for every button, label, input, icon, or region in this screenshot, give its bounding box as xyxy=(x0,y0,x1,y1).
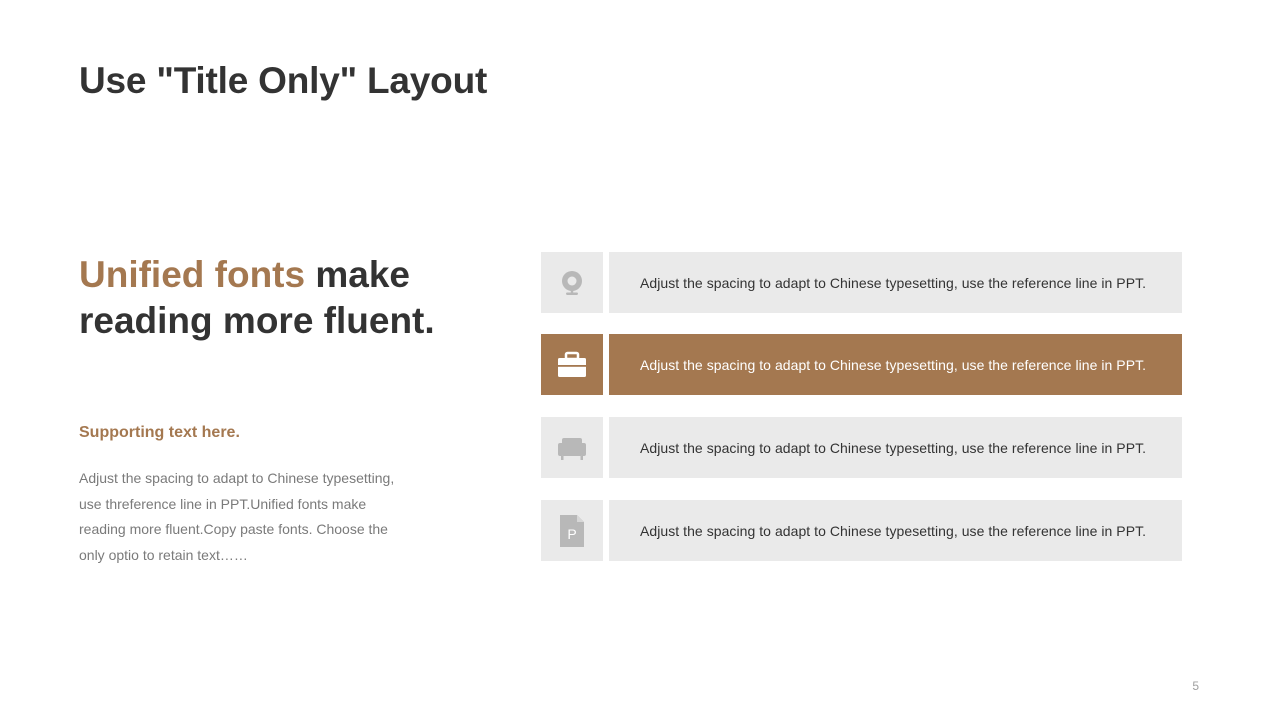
armchair-icon xyxy=(558,437,586,460)
svg-text:P: P xyxy=(567,526,576,542)
document-p-icon: P xyxy=(560,514,584,547)
feature-row-3-text: Adjust the spacing to adapt to Chinese t… xyxy=(640,439,1147,456)
feature-row-4-text-box: Adjust the spacing to adapt to Chinese t… xyxy=(609,500,1182,561)
headline: Unified fonts make reading more fluent. xyxy=(79,252,479,344)
feature-row-3-text-box: Adjust the spacing to adapt to Chinese t… xyxy=(609,417,1182,478)
slide-title: Use "Title Only" Layout xyxy=(79,60,488,101)
feature-row-1-text: Adjust the spacing to adapt to Chinese t… xyxy=(640,274,1147,291)
feature-row-4-icon-box: P xyxy=(541,500,603,561)
page-number: 5 xyxy=(1192,679,1199,693)
briefcase-icon xyxy=(558,351,586,377)
supporting-body: Adjust the spacing to adapt to Chinese t… xyxy=(79,470,395,563)
feature-row-1-text-box: Adjust the spacing to adapt to Chinese t… xyxy=(609,252,1182,313)
webcam-icon xyxy=(562,270,582,295)
feature-row-1: Adjust the spacing to adapt to Chinese t… xyxy=(541,252,1182,313)
slide: Use "Title Only" Layout Unified fonts ma… xyxy=(0,0,1280,720)
feature-row-2: Adjust the spacing to adapt to Chinese t… xyxy=(541,334,1182,395)
feature-row-4: P Adjust the spacing to adapt to Chinese… xyxy=(541,500,1182,561)
feature-row-3: Adjust the spacing to adapt to Chinese t… xyxy=(541,417,1182,478)
headline-accent: Unified fonts xyxy=(79,254,306,295)
feature-row-3-icon-box xyxy=(541,417,603,478)
feature-row-2-text-box: Adjust the spacing to adapt to Chinese t… xyxy=(609,334,1182,395)
feature-row-2-icon-box xyxy=(541,334,603,395)
feature-row-4-text: Adjust the spacing to adapt to Chinese t… xyxy=(640,522,1147,539)
supporting-title: Supporting text here. xyxy=(79,424,240,441)
feature-row-2-text: Adjust the spacing to adapt to Chinese t… xyxy=(640,356,1147,373)
feature-row-1-icon-box xyxy=(541,252,603,313)
